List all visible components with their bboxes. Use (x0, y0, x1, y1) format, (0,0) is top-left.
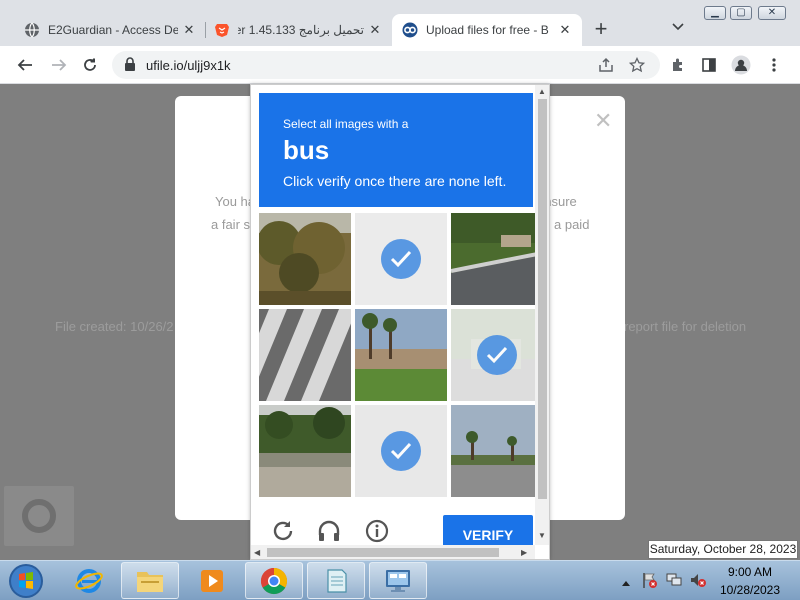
captcha-tile-7[interactable] (259, 405, 351, 497)
info-icon[interactable] (365, 519, 389, 543)
scroll-down-arrow-icon[interactable]: ▼ (538, 531, 546, 540)
vertical-scrollbar[interactable]: ▲ ▼ (535, 85, 549, 545)
ufile-logo-icon (402, 22, 418, 38)
horizontal-scrollbar[interactable]: ◀ ▶ (251, 545, 535, 559)
captcha-tile-5[interactable] (355, 309, 447, 401)
captcha-tile-9[interactable] (451, 405, 543, 497)
tree-bushes-image (259, 213, 351, 305)
captcha-tile-8-selected[interactable] (355, 405, 447, 497)
check-icon (381, 239, 421, 279)
tab-e2guardian[interactable]: E2Guardian - Access De ✕ (14, 14, 206, 46)
network-icon[interactable] (665, 571, 683, 594)
browser-toolbar: ufile.io/uljj9x1k (0, 46, 800, 84)
captcha-subtext: Click verify once there are none left. (283, 173, 507, 189)
extensions-puzzle-icon[interactable] (667, 54, 689, 76)
captcha-tile-3[interactable] (451, 213, 543, 305)
captcha-challenge: Select all images with a bus Click verif… (250, 84, 550, 560)
clock-date[interactable]: 10/28/2023 (717, 583, 783, 597)
captcha-header: Select all images with a bus Click verif… (259, 93, 533, 207)
check-icon (477, 335, 517, 375)
share-icon[interactable] (595, 54, 617, 76)
date-tooltip: Saturday, October 28, 2023 (648, 540, 798, 559)
recaptcha-badge[interactable] (4, 486, 74, 546)
folder-icon (137, 571, 163, 592)
profile-avatar-icon[interactable] (730, 54, 752, 76)
forward-arrow-icon[interactable] (48, 54, 70, 76)
tab-title: Upload files for free - B (426, 23, 549, 37)
scroll-up-arrow-icon[interactable]: ▲ (538, 87, 546, 96)
url-text[interactable]: ufile.io/uljj9x1k (146, 58, 231, 73)
globe-icon (24, 22, 40, 38)
vertical-scroll-thumb[interactable] (538, 99, 547, 499)
start-button[interactable] (6, 562, 46, 600)
captcha-target-object: bus (283, 135, 330, 165)
file-created-text: File created: 10/26/2 (55, 319, 174, 334)
taskbar-chrome[interactable] (245, 562, 303, 599)
palm-road-image (451, 405, 543, 497)
close-tab-icon[interactable]: ✕ (558, 22, 572, 38)
close-tab-icon[interactable]: ✕ (182, 22, 196, 38)
chrome-icon (260, 567, 288, 594)
remote-desktop-icon (386, 569, 410, 592)
side-panel-icon[interactable] (698, 54, 720, 76)
lock-icon[interactable] (124, 57, 138, 73)
modal-text-line2-right: a paid (554, 217, 590, 232)
tab-search-chevron-icon[interactable] (672, 20, 684, 34)
tab-strip: E2Guardian - Access De ✕ تحميل برنامج se… (0, 0, 800, 46)
report-file-text: report file for deletion (624, 319, 747, 334)
captcha-tile-6-selected[interactable] (451, 309, 543, 401)
scroll-right-arrow-icon[interactable]: ▶ (521, 548, 527, 557)
scroll-left-arrow-icon[interactable]: ◀ (254, 548, 260, 557)
maximize-button[interactable]: ▢ (730, 6, 752, 20)
clock-time[interactable]: 9:00 AM (725, 565, 775, 579)
system-tray: 9:00 AM 10/28/2023 (615, 561, 800, 600)
taskbar-remote-app[interactable] (369, 562, 427, 599)
tab-title: E2Guardian - Access De (48, 23, 178, 37)
modal-close-icon[interactable]: ✕ (594, 108, 612, 134)
modal-text-line1-left: You ha (215, 194, 256, 209)
brave-lion-icon (214, 22, 230, 38)
close-window-button[interactable]: ✕ (758, 6, 786, 20)
horizontal-scroll-thumb[interactable] (267, 548, 499, 557)
captcha-instruction: Select all images with a (283, 117, 409, 131)
windows-taskbar: 9:00 AM 10/28/2023 (0, 560, 800, 600)
crosswalk-image (259, 309, 351, 401)
show-hidden-icons-arrow-icon[interactable] (621, 574, 631, 592)
action-center-flag-icon[interactable] (641, 571, 659, 594)
modal-text-line2-left: a fair s (211, 217, 251, 232)
check-icon (381, 431, 421, 471)
address-bar[interactable]: ufile.io/uljj9x1k (112, 51, 660, 79)
taskbar-media-player[interactable] (183, 562, 241, 599)
close-tab-icon[interactable]: ✕ (368, 22, 382, 38)
captcha-tile-4[interactable] (259, 309, 351, 401)
menu-kebab-icon[interactable] (763, 54, 785, 76)
media-player-icon (201, 569, 223, 592)
trees-road-image (259, 405, 351, 497)
audio-challenge-headphones-icon[interactable] (317, 519, 341, 543)
captcha-tile-1[interactable] (259, 213, 351, 305)
captcha-tile-2-selected[interactable] (355, 213, 447, 305)
minimize-button[interactable]: ▁ (704, 6, 726, 20)
captcha-image-grid (259, 213, 543, 497)
internet-explorer-icon (75, 568, 103, 593)
tab-brave-download[interactable]: تحميل برنامج ser 1.45.133 ✕ (204, 14, 392, 46)
street-corner-image (451, 213, 543, 305)
bookmark-star-icon[interactable] (626, 54, 648, 76)
volume-muted-icon[interactable] (689, 571, 707, 594)
taskbar-internet-explorer[interactable] (60, 562, 118, 599)
back-arrow-icon[interactable] (14, 54, 36, 76)
palm-trees-image (355, 309, 447, 401)
reload-challenge-icon[interactable] (271, 519, 295, 543)
reload-icon[interactable] (79, 54, 101, 76)
tab-title: تحميل برنامج ser 1.45.133 (238, 23, 364, 37)
taskbar-notepad[interactable] (307, 562, 365, 599)
tab-ufile-upload[interactable]: Upload files for free - B ✕ (392, 14, 582, 46)
taskbar-file-explorer[interactable] (121, 562, 179, 599)
notepad-icon (327, 568, 347, 593)
new-tab-button[interactable]: + (590, 18, 612, 40)
